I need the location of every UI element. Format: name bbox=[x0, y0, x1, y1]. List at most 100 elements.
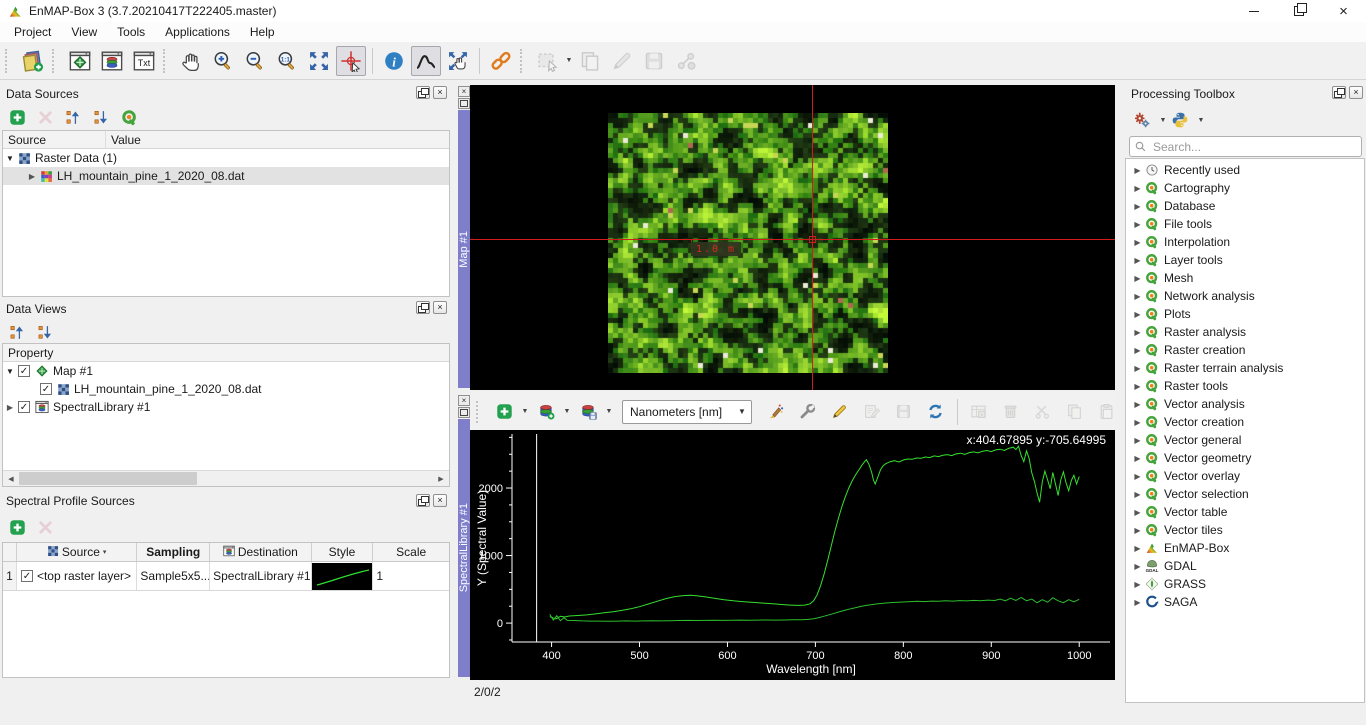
visibility-checkbox[interactable]: ✓ bbox=[18, 401, 30, 413]
add-profiles-to-library-button[interactable] bbox=[531, 397, 561, 427]
toolbox-item-vector-selection[interactable]: ▶Vector selection bbox=[1126, 485, 1364, 503]
expander-icon[interactable]: ▶ bbox=[1131, 346, 1144, 355]
save-library-button-dropdown[interactable]: ▼ bbox=[604, 399, 614, 425]
tree-item-spectral-library[interactable]: ▶ ✓ SpectralLibrary #1 bbox=[3, 398, 449, 416]
collapse-all-button[interactable] bbox=[61, 105, 85, 129]
edit-properties-button[interactable] bbox=[857, 397, 887, 427]
menu-view[interactable]: View bbox=[61, 23, 107, 41]
toolbox-item-enmap-box[interactable]: ▶EnMAP-Box bbox=[1126, 539, 1364, 557]
menu-project[interactable]: Project bbox=[4, 23, 61, 41]
speclib-dock-strip[interactable]: SpectralLibrary #1 bbox=[458, 419, 470, 677]
remove-profile-source-button[interactable] bbox=[33, 515, 57, 539]
toolbox-item-layer-tools[interactable]: ▶Layer tools bbox=[1126, 251, 1364, 269]
expander-icon[interactable]: ▶ bbox=[1131, 364, 1144, 373]
zoom-in-button[interactable] bbox=[208, 46, 238, 76]
expander-icon[interactable]: ▶ bbox=[1131, 418, 1144, 427]
add-profile-button[interactable] bbox=[489, 397, 519, 427]
save-library-button[interactable] bbox=[573, 397, 603, 427]
tree-item-raster-file[interactable]: ▶ LH_mountain_pine_1_2020_08.dat bbox=[3, 167, 449, 185]
expander-icon[interactable]: ▶ bbox=[3, 403, 17, 412]
raster-image[interactable] bbox=[608, 113, 888, 373]
toolbox-item-raster-analysis[interactable]: ▶Raster analysis bbox=[1126, 323, 1364, 341]
expand-all-button[interactable] bbox=[89, 105, 113, 129]
tree-item-raster-data[interactable]: ▼ Raster Data (1) bbox=[3, 149, 449, 167]
expander-icon[interactable]: ▶ bbox=[1131, 220, 1144, 229]
expander-icon[interactable]: ▶ bbox=[1131, 562, 1144, 571]
save-edits-button[interactable] bbox=[889, 397, 919, 427]
paste-profiles-button[interactable] bbox=[1092, 397, 1122, 427]
scrollbar-thumb[interactable] bbox=[19, 472, 197, 485]
python-console-button[interactable] bbox=[1168, 108, 1192, 132]
source-cell[interactable]: ✓ <top raster layer> bbox=[17, 562, 137, 590]
identify-pan-to-click-button[interactable] bbox=[443, 46, 473, 76]
toggle-editing-button[interactable] bbox=[825, 397, 855, 427]
expander-icon[interactable]: ▶ bbox=[1131, 382, 1144, 391]
expander-icon[interactable]: ▶ bbox=[1131, 526, 1144, 535]
search-input[interactable] bbox=[1151, 139, 1350, 155]
spectral-profile-tool-button[interactable] bbox=[411, 46, 441, 76]
float-panel-button[interactable] bbox=[1332, 86, 1346, 99]
toolbox-item-grass[interactable]: ▶GRASS bbox=[1126, 575, 1364, 593]
expander-icon[interactable]: ▶ bbox=[1131, 544, 1144, 553]
toolbox-item-mesh[interactable]: ▶Mesh bbox=[1126, 269, 1364, 287]
add-data-source-button[interactable] bbox=[5, 105, 29, 129]
horizontal-scrollbar[interactable]: ◀ ▶ bbox=[3, 470, 449, 486]
link-map-views-button[interactable] bbox=[486, 46, 516, 76]
save-edits-button[interactable] bbox=[639, 46, 669, 76]
python-console-button-dropdown[interactable]: ▼ bbox=[1196, 107, 1206, 133]
tree-item-map-layer[interactable]: ✓ LH_mountain_pine_1_2020_08.dat bbox=[3, 380, 449, 398]
toolbox-item-raster-creation[interactable]: ▶Raster creation bbox=[1126, 341, 1364, 359]
close-panel-button[interactable]: × bbox=[433, 86, 447, 99]
float-panel-button[interactable] bbox=[416, 86, 430, 99]
processing-options-button[interactable] bbox=[1130, 108, 1154, 132]
column-header-scale[interactable]: Scale bbox=[373, 543, 449, 561]
toolbox-item-vector-overlay[interactable]: ▶Vector overlay bbox=[1126, 467, 1364, 485]
expander-icon[interactable]: ▶ bbox=[1131, 436, 1144, 445]
close-button[interactable]: × bbox=[1321, 0, 1366, 22]
float-panel-button[interactable] bbox=[416, 301, 430, 314]
expander-icon[interactable]: ▶ bbox=[1131, 490, 1144, 499]
expander-icon[interactable]: ▶ bbox=[1131, 184, 1144, 193]
x-axis-unit-select[interactable]: Nanometers [nm]▼ bbox=[622, 400, 752, 424]
add-data-source-button[interactable] bbox=[18, 46, 48, 76]
column-header-sampling[interactable]: Sampling bbox=[137, 543, 210, 561]
expander-icon[interactable]: ▼ bbox=[3, 154, 17, 163]
toolbox-item-vector-general[interactable]: ▶Vector general bbox=[1126, 431, 1364, 449]
tree-item-map1[interactable]: ▼ ✓ Map #1 bbox=[3, 362, 449, 380]
scale-cell[interactable]: 1 bbox=[373, 562, 449, 590]
settings-button[interactable] bbox=[793, 397, 823, 427]
expander-icon[interactable]: ▶ bbox=[1131, 328, 1144, 337]
processing-options-button-dropdown[interactable]: ▼ bbox=[1158, 107, 1168, 133]
style-cell[interactable] bbox=[312, 562, 374, 590]
toolbox-item-vector-geometry[interactable]: ▶Vector geometry bbox=[1126, 449, 1364, 467]
remove-data-source-button[interactable] bbox=[33, 105, 57, 129]
toolbox-item-vector-analysis[interactable]: ▶Vector analysis bbox=[1126, 395, 1364, 413]
toolbox-item-gdal[interactable]: ▶GDALGDAL bbox=[1126, 557, 1364, 575]
expander-icon[interactable]: ▶ bbox=[25, 172, 39, 181]
reload-library-button[interactable] bbox=[921, 397, 951, 427]
expander-icon[interactable]: ▶ bbox=[1131, 166, 1144, 175]
toolbox-item-cartography[interactable]: ▶Cartography bbox=[1126, 179, 1364, 197]
expander-icon[interactable]: ▶ bbox=[1131, 292, 1144, 301]
expander-icon[interactable]: ▶ bbox=[1131, 238, 1144, 247]
toolbox-item-database[interactable]: ▶Database bbox=[1126, 197, 1364, 215]
expander-icon[interactable]: ▶ bbox=[1131, 202, 1144, 211]
spectral-plot[interactable]: 4005006007008009001000010002000x:404.678… bbox=[470, 430, 1115, 680]
float-speclib-button[interactable] bbox=[458, 407, 470, 418]
sync-with-qgis-button[interactable] bbox=[117, 105, 141, 129]
zoom-native-resolution-button[interactable]: 1:1 bbox=[272, 46, 302, 76]
profile-symbology-button[interactable] bbox=[761, 397, 791, 427]
float-map-button[interactable] bbox=[458, 98, 470, 109]
open-map-window-button[interactable] bbox=[65, 46, 95, 76]
toolbox-item-recently-used[interactable]: ▶Recently used bbox=[1126, 161, 1364, 179]
column-header-source[interactable]: Source bbox=[3, 131, 106, 148]
expander-icon[interactable]: ▶ bbox=[1131, 400, 1144, 409]
expander-icon[interactable]: ▶ bbox=[1131, 598, 1144, 607]
zoom-full-extent-button[interactable] bbox=[304, 46, 334, 76]
visibility-checkbox[interactable]: ✓ bbox=[40, 383, 52, 395]
cut-profiles-button[interactable] bbox=[1028, 397, 1058, 427]
toolbox-item-vector-tiles[interactable]: ▶Vector tiles bbox=[1126, 521, 1364, 539]
expander-icon[interactable]: ▶ bbox=[1131, 310, 1144, 319]
search-box[interactable] bbox=[1129, 136, 1362, 157]
crosshair-tool-button[interactable] bbox=[336, 46, 366, 76]
